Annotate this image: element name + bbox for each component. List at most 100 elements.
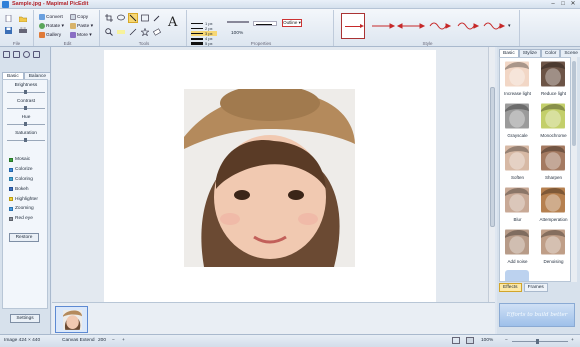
red-eye-icon <box>9 216 13 221</box>
rotate-button[interactable]: Rotate ▾ <box>39 23 64 29</box>
effect-monochrome[interactable]: Monochrome <box>536 100 570 141</box>
contrast-slider[interactable] <box>7 106 45 110</box>
ribbon-toolbar: File Convert Copy Rotate ▾ Paste ▾ Galle… <box>0 9 580 47</box>
effect-blur[interactable]: Blur <box>500 184 535 225</box>
line-tool-icon[interactable] <box>128 13 138 23</box>
copy-button[interactable]: Copy <box>70 14 88 20</box>
rect-select-icon[interactable] <box>33 51 40 58</box>
effect-preview <box>541 144 565 172</box>
effect-preview <box>505 144 529 172</box>
effect-increase-light[interactable]: Increase light <box>500 58 535 99</box>
effect-attemperation[interactable]: Attemperation <box>536 184 570 225</box>
brightness-label: Brightness <box>14 83 38 88</box>
effect-denoising[interactable]: Denoising <box>536 226 570 267</box>
effect-soften[interactable]: Soften <box>500 142 535 183</box>
canvas-extend-label: Canvas Extend <box>62 338 95 343</box>
mosaic-icon <box>9 157 13 162</box>
window-title: Sample.jpg - Mapimal PicEdit <box>12 1 89 7</box>
more-styles-button[interactable]: ▾ <box>508 23 511 29</box>
effects-grid: Increase light Reduce light Grayscale Mo… <box>499 57 571 282</box>
minimize-button[interactable]: – <box>548 0 558 8</box>
effect-preview <box>541 186 565 214</box>
effect-zooming[interactable]: Zooming <box>9 204 38 214</box>
new-icon[interactable] <box>3 13 13 23</box>
line-width-5[interactable]: 5 px <box>191 41 217 46</box>
group-label-style: Style <box>422 41 433 46</box>
effect-highlighter[interactable]: Highlighter <box>9 194 38 204</box>
effect-colorize[interactable]: Colorize <box>9 165 38 175</box>
pen-icon[interactable] <box>128 27 138 37</box>
save-icon[interactable] <box>3 25 13 35</box>
arrow-style-gallery[interactable] <box>368 17 513 37</box>
convert-button[interactable]: Convert <box>39 14 63 20</box>
scroll-thumb[interactable] <box>490 87 495 227</box>
eraser-icon[interactable] <box>152 27 162 37</box>
brightness-slider[interactable] <box>7 90 45 94</box>
fit-view-icon[interactable] <box>452 337 460 344</box>
lasso-select-icon[interactable] <box>13 51 20 58</box>
zoom-slider-knob[interactable] <box>536 339 539 344</box>
zoom-slider[interactable] <box>512 339 568 344</box>
tab-basic-effects[interactable]: Basic <box>499 49 519 57</box>
effects-scrollbar[interactable] <box>571 57 577 282</box>
close-button[interactable]: ✕ <box>568 0 578 8</box>
convert-icon <box>39 14 45 20</box>
hue-slider[interactable] <box>7 122 45 126</box>
tab-stylize[interactable]: Stylize <box>518 49 541 57</box>
image-filmstrip <box>52 302 495 334</box>
zoom-in-button[interactable]: + <box>571 338 574 343</box>
text-icon[interactable]: A <box>166 13 180 29</box>
settings-button[interactable]: Settings <box>10 314 40 323</box>
canvas-extend-minus[interactable]: − <box>112 338 115 343</box>
group-label-edit: Edit <box>63 41 72 46</box>
effect-sharpen[interactable]: Sharpen <box>536 142 570 183</box>
effects-scroll-thumb[interactable] <box>572 61 576 146</box>
arrow-style-selected[interactable] <box>341 13 365 39</box>
effect-preview <box>541 228 565 256</box>
tab-color[interactable]: Color <box>540 49 561 57</box>
more-icon <box>70 32 76 38</box>
select-arrow-icon[interactable] <box>3 51 10 58</box>
actual-size-icon[interactable] <box>466 337 474 344</box>
dropper-icon[interactable] <box>152 13 162 23</box>
zoom-out-button[interactable]: − <box>505 338 508 343</box>
filmstrip-thumbnail[interactable] <box>55 306 88 333</box>
canvas-extend-value[interactable]: 200 <box>98 338 106 343</box>
paste-button[interactable]: Paste ▾ <box>70 23 93 29</box>
open-icon[interactable] <box>18 13 28 23</box>
effect-add-noise[interactable]: Add noise <box>500 226 535 267</box>
magnifier-icon[interactable] <box>104 27 114 37</box>
outline-dropdown[interactable]: Outline ▾ <box>282 19 302 27</box>
canvas-vertical-scrollbar[interactable] <box>488 47 495 302</box>
effect-bokeh[interactable]: Bokeh <box>9 184 38 194</box>
window-controls: – □ ✕ <box>548 0 578 8</box>
star-icon[interactable] <box>140 27 150 37</box>
canvas-extend-plus[interactable]: + <box>122 338 125 343</box>
print-icon[interactable] <box>18 25 28 35</box>
effect-grayscale[interactable]: Grayscale <box>500 100 535 141</box>
line-style-dropdown[interactable] <box>253 21 277 26</box>
zoom-percent[interactable]: 100% <box>481 338 493 343</box>
crop-icon[interactable] <box>104 13 114 23</box>
restore-button[interactable]: Restore <box>9 233 39 242</box>
saturation-slider[interactable] <box>7 138 45 142</box>
tab-frames[interactable]: Frames <box>523 283 548 292</box>
lasso-icon[interactable] <box>116 13 126 23</box>
opacity-slider[interactable] <box>227 21 249 23</box>
more-button[interactable]: More ▾ <box>70 32 92 38</box>
highlight-icon[interactable] <box>116 27 126 37</box>
gallery-button[interactable]: Gallery <box>39 32 61 38</box>
effect-red-eye[interactable]: Red eye <box>9 214 38 224</box>
effect-reduce-light[interactable]: Reduce light <box>536 58 570 99</box>
tab-effects[interactable]: Effects <box>499 283 522 292</box>
effect-partial[interactable] <box>500 268 535 281</box>
rectangle-icon[interactable] <box>140 13 150 23</box>
effect-mosaic[interactable]: Mosaic <box>9 155 38 165</box>
tab-scene[interactable]: Scene <box>560 49 580 57</box>
group-label-file: File <box>12 41 21 46</box>
maximize-button[interactable]: □ <box>558 0 568 8</box>
main-photo[interactable] <box>184 89 355 267</box>
effect-coloring[interactable]: Coloring <box>9 175 38 185</box>
ellipse-select-icon[interactable] <box>23 51 30 58</box>
promo-banner[interactable]: Efforts to build better <box>499 303 575 327</box>
